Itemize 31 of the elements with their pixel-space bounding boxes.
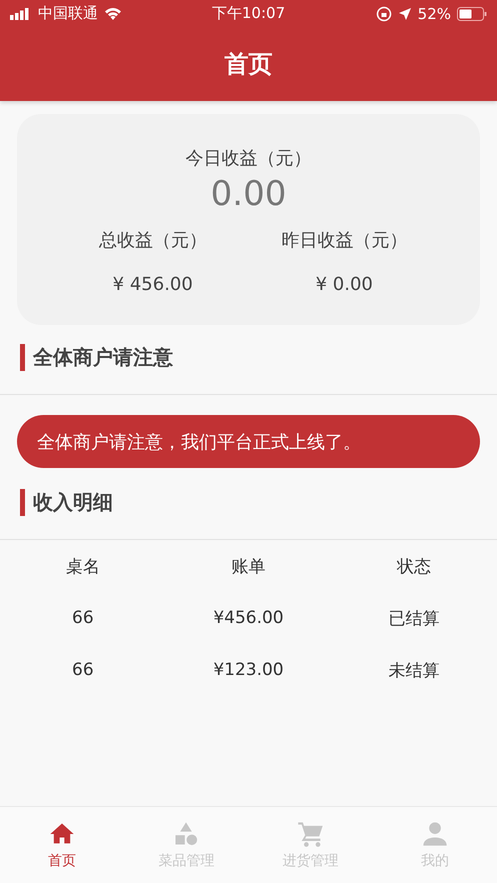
column-header: 账单: [231, 556, 266, 578]
table-cell: ¥123.00: [213, 660, 284, 680]
person-icon: [420, 820, 449, 848]
status-time: 下午10:07: [212, 4, 286, 23]
table-cell-text: 已结算: [388, 608, 440, 630]
carrier-name: 中国联通: [38, 4, 98, 23]
stat-label: 总收益（元）: [98, 229, 207, 252]
stat-value: ¥ 456.00: [112, 274, 193, 295]
section-title: 收入明细: [33, 489, 113, 516]
wifi-icon: [104, 7, 122, 20]
table-cell: ¥456.00: [213, 608, 284, 628]
section-marker: [20, 489, 25, 516]
section-marker: [20, 344, 25, 371]
today-label: 今日收益（元）: [186, 147, 312, 170]
section-title: 全体商户请注意: [33, 344, 173, 371]
tab-item[interactable]: 首页: [0, 807, 124, 883]
stat-label: 昨日收益（元）: [281, 229, 408, 252]
stat-value: ¥ 0.00: [316, 274, 373, 295]
column-header: 状态: [397, 556, 432, 578]
today-value: 0.00: [210, 174, 286, 214]
location-icon: [398, 6, 412, 20]
cart-icon: [296, 820, 325, 848]
rotation-lock-icon: [376, 6, 392, 22]
battery-percent: 52%: [418, 4, 452, 22]
column-header: 桌名: [66, 556, 100, 578]
page-title: 首页: [224, 49, 272, 80]
battery-icon: [457, 6, 488, 20]
table-cell: 66: [72, 608, 94, 628]
table-cell: 66: [72, 660, 94, 680]
notice-text: 全体商户请注意，我们平台正式上线了。: [37, 430, 361, 454]
table-cell-text: 未结算: [388, 660, 440, 682]
